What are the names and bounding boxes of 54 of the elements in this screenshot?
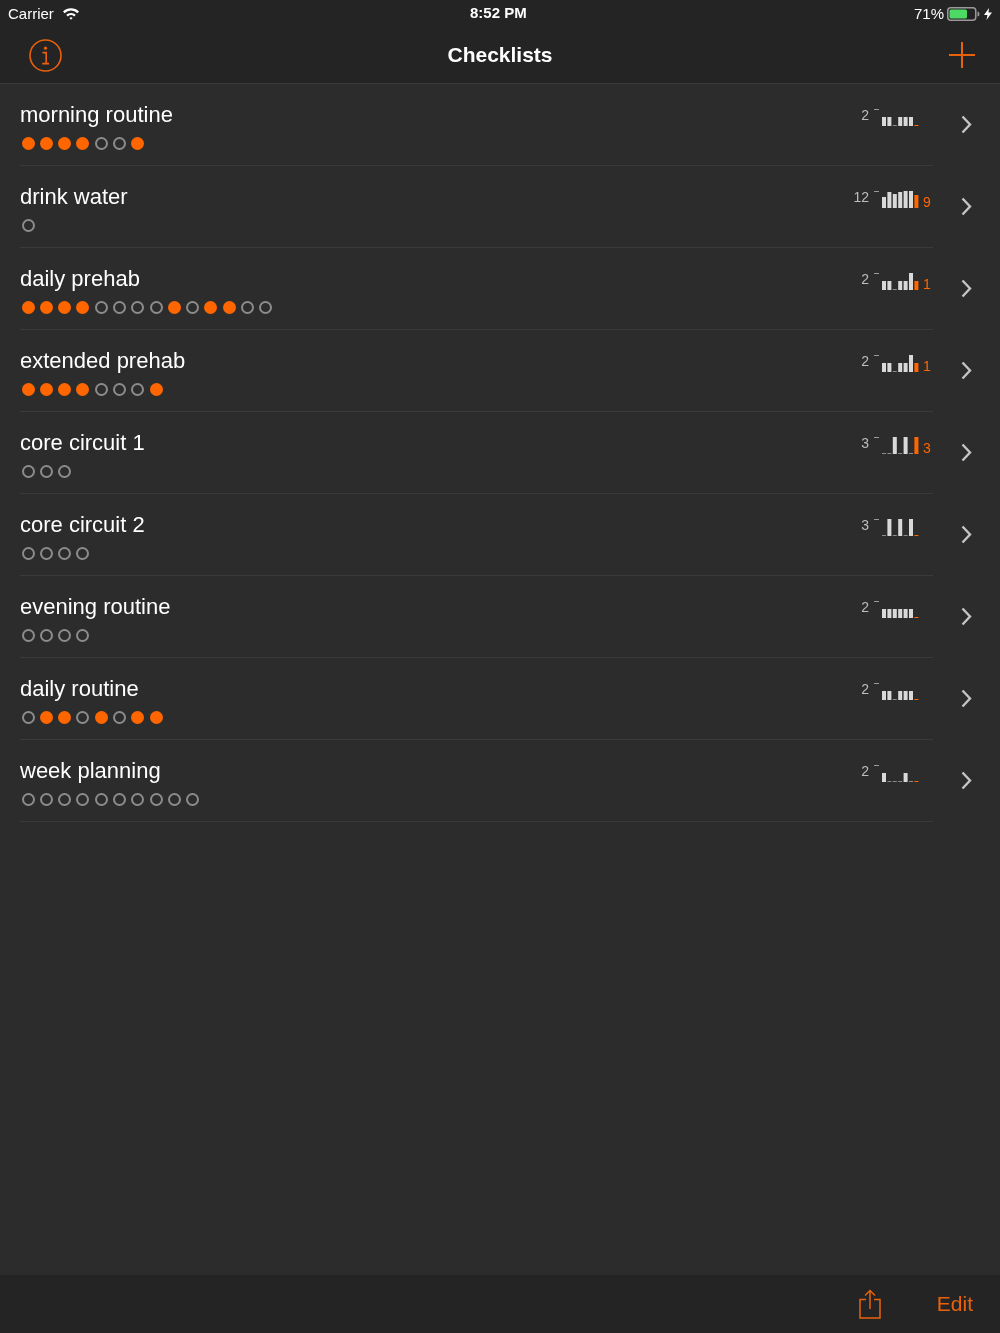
max-tick: [874, 683, 879, 684]
battery-icon: [947, 6, 980, 21]
info-icon: [29, 38, 62, 72]
edit-button[interactable]: Edit: [936, 1291, 973, 1317]
max-tick: [874, 437, 879, 438]
checklist-title: daily prehab: [20, 265, 140, 293]
info-button[interactable]: [29, 38, 62, 72]
checklist-title: daily routine: [20, 675, 139, 703]
checklist-title: core circuit 1: [20, 429, 145, 457]
nav-title: Checklists: [447, 42, 553, 68]
max-count-label: 12: [853, 189, 869, 205]
chevron-icon[interactable]: [961, 771, 972, 790]
checklist-title: week planning: [20, 757, 161, 785]
today-count: 1: [923, 277, 931, 291]
chevron-icon[interactable]: [961, 361, 972, 380]
max-tick: [874, 601, 879, 602]
chevron-icon[interactable]: [961, 689, 972, 708]
add-button[interactable]: [949, 42, 975, 68]
max-tick: [874, 519, 879, 520]
clock-time: 8:52 PM: [470, 4, 527, 22]
today-count: 3: [923, 441, 931, 455]
checklist-title: extended prehab: [20, 347, 186, 375]
share-icon: [858, 1289, 881, 1319]
carrier-name: Carrier: [8, 4, 54, 23]
max-tick: [874, 273, 879, 274]
max-count-label: 2: [861, 763, 869, 779]
checklist-title: drink water: [20, 183, 128, 211]
max-count-label: 2: [861, 271, 869, 287]
share-button[interactable]: [858, 1289, 881, 1319]
today-count: 1: [923, 359, 931, 373]
chevron-icon[interactable]: [961, 525, 972, 544]
max-count-label: 2: [861, 353, 869, 369]
checklist-title: core circuit 2: [20, 511, 145, 539]
charging-icon: [984, 7, 992, 20]
wifi-icon: [61, 7, 80, 20]
max-count-label: 3: [861, 517, 869, 533]
chevron-icon[interactable]: [961, 115, 972, 134]
max-count-label: 2: [861, 681, 869, 697]
chevron-icon[interactable]: [961, 443, 972, 462]
plus-icon: [949, 42, 975, 68]
chevron-icon[interactable]: [961, 279, 972, 298]
max-tick: [874, 765, 879, 766]
chevron-icon[interactable]: [961, 197, 972, 216]
checklist-title: evening routine: [20, 593, 171, 621]
max-tick: [874, 109, 879, 110]
max-count-label: 2: [861, 599, 869, 615]
checklist-title: morning routine: [20, 101, 173, 129]
chevron-icon[interactable]: [961, 607, 972, 626]
max-tick: [874, 355, 879, 356]
max-count-label: 2: [861, 107, 869, 123]
max-count-label: 3: [861, 435, 869, 451]
battery-percentage: 71%: [913, 4, 944, 23]
max-tick: [874, 191, 879, 192]
today-count: 9: [923, 195, 931, 209]
